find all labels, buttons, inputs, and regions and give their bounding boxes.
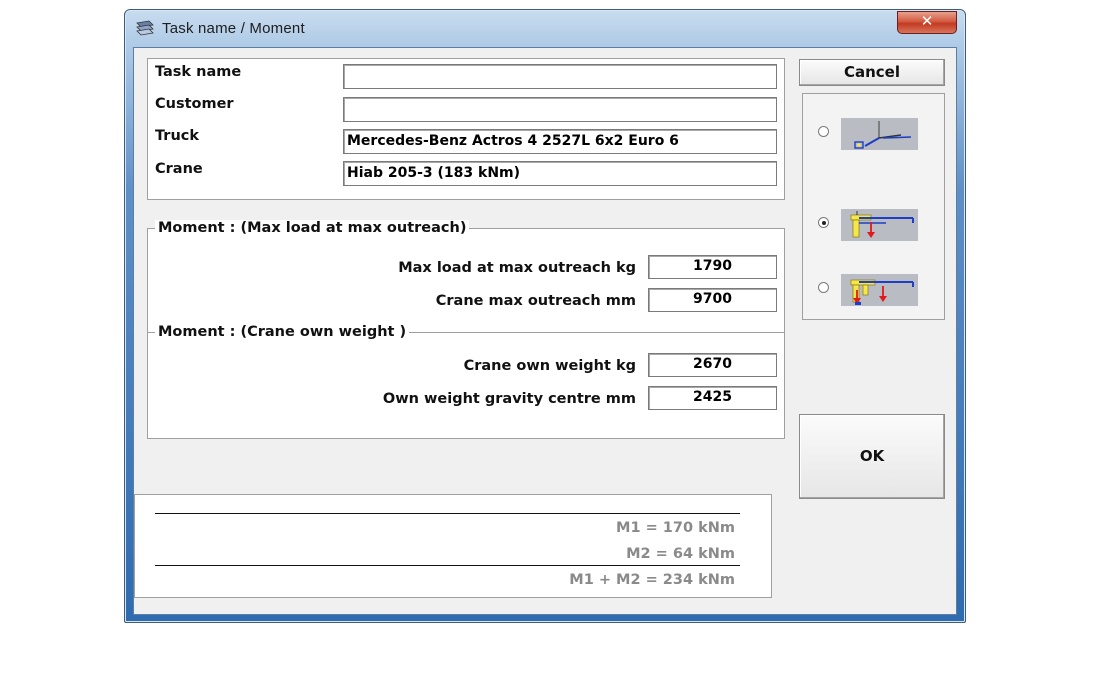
own-weight-group: Moment : (Crane own weight ) Crane own w… [147,324,785,439]
mode-selection-panel [802,93,945,320]
app-icon [136,20,154,36]
crane-field[interactable]: Hiab 205-3 (183 kNm) [343,161,777,186]
max-load-group-title: Moment : (Max load at max outreach) [155,220,470,236]
mode-radio-folded[interactable] [818,126,829,137]
title-bar: Task name / Moment ✕ [125,10,965,48]
task-info-panel: Task name Customer Truck Mercedes-Benz A… [147,58,785,200]
customer-field[interactable] [343,97,777,122]
max-outreach-label: Crane max outreach mm [435,293,636,309]
max-outreach-field[interactable]: 9700 [648,288,777,312]
truck-label: Truck [155,128,200,144]
max-load-label: Max load at max outreach kg [398,260,636,276]
gravity-centre-field[interactable]: 2425 [648,386,777,410]
crane-load-and-weight-icon[interactable] [841,274,918,306]
close-button[interactable]: ✕ [897,11,957,34]
own-weight-label: Crane own weight kg [463,358,636,374]
cancel-button[interactable]: Cancel [799,59,945,86]
results-panel: M1 = 170 kNm M2 = 64 kNm M1 + M2 = 234 k… [134,494,772,598]
own-weight-group-title: Moment : (Crane own weight ) [155,324,410,340]
max-load-group: Moment : (Max load at max outreach) Max … [147,220,785,333]
truck-field[interactable]: Mercedes-Benz Actros 4 2527L 6x2 Euro 6 [343,129,777,154]
moment-total-value: M1 + M2 = 234 kNm [569,572,735,588]
own-weight-field[interactable]: 2670 [648,353,777,377]
task-name-label: Task name [155,64,242,80]
window-title: Task name / Moment [162,20,305,37]
moment-m1-value: M1 = 170 kNm [616,520,735,536]
crane-label: Crane [155,161,203,177]
mode-radio-load-and-weight[interactable] [818,282,829,293]
dialog-window: Task name / Moment ✕ Task name Customer … [124,9,966,623]
task-name-field[interactable] [343,64,777,89]
crane-folded-icon[interactable] [841,118,918,150]
crane-max-load-icon[interactable] [841,209,918,241]
moment-m2-value: M2 = 64 kNm [626,546,735,562]
mode-radio-max-load[interactable] [818,217,829,228]
results-sum-line [155,565,740,566]
gravity-centre-label: Own weight gravity centre mm [382,391,636,407]
ok-button[interactable]: OK [799,414,945,499]
results-top-line [155,513,740,514]
max-load-field[interactable]: 1790 [648,255,777,279]
dialog-client-area: Task name Customer Truck Mercedes-Benz A… [133,47,957,615]
customer-label: Customer [155,96,234,112]
